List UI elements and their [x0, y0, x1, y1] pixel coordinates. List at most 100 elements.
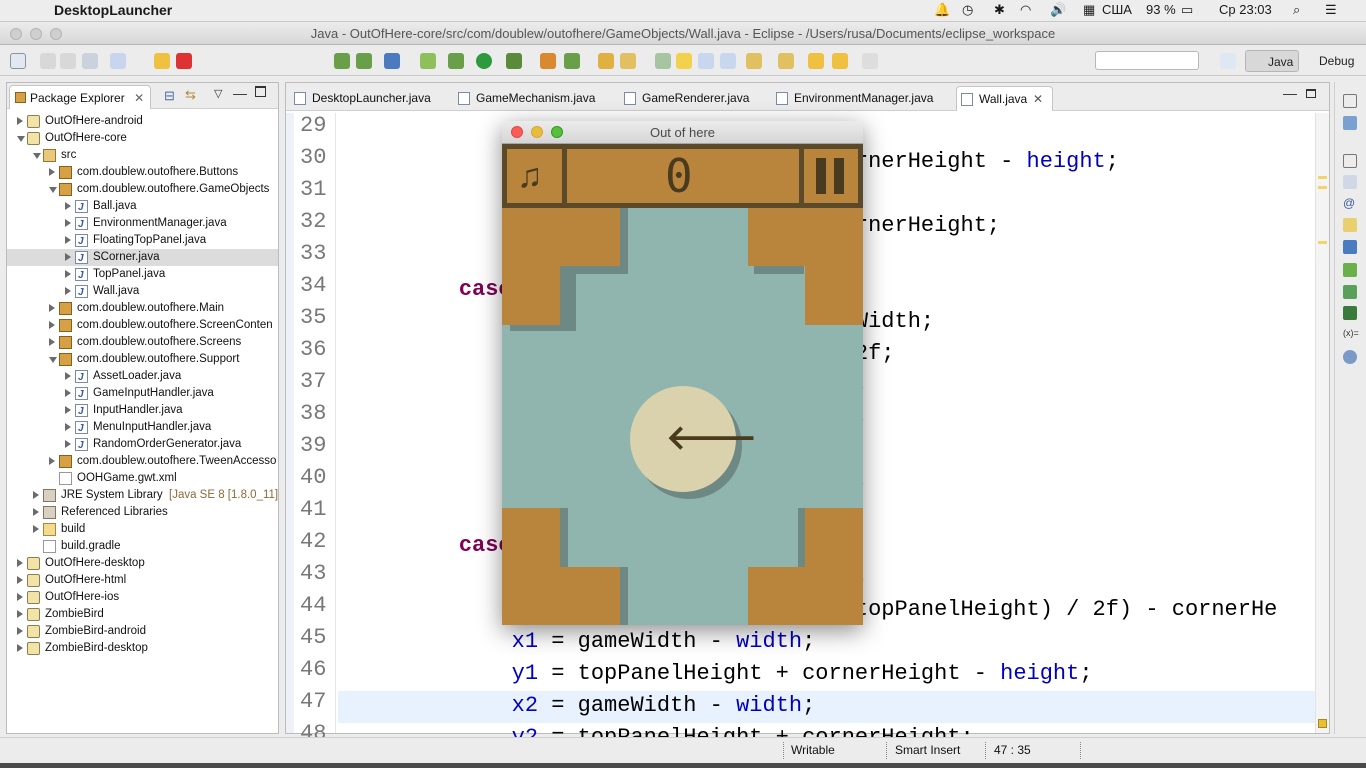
restore-bottom-icon[interactable] — [1343, 154, 1357, 168]
tree-item[interactable]: OOHGame.gwt.xml — [7, 470, 278, 487]
input-source-label[interactable]: США — [1102, 2, 1132, 17]
input-source-flag-icon[interactable]: ▦ — [1083, 2, 1095, 18]
open-perspective-icon[interactable] — [1220, 53, 1236, 69]
collapsed-chevron-icon[interactable] — [33, 508, 39, 516]
console-icon[interactable] — [1343, 240, 1357, 254]
expressions-icon[interactable] — [1343, 350, 1357, 364]
collapsed-chevron-icon[interactable] — [65, 270, 71, 278]
run-icon[interactable] — [476, 53, 492, 69]
tree-item[interactable]: Referenced Libraries — [7, 504, 278, 521]
collapsed-chevron-icon[interactable] — [49, 321, 55, 329]
tree-item[interactable]: Wall.java — [7, 283, 278, 300]
notification-center-icon[interactable]: ☰ — [1325, 2, 1337, 18]
collapsed-chevron-icon[interactable] — [33, 525, 39, 533]
collapsed-chevron-icon[interactable] — [49, 457, 55, 465]
quick-access-search-input[interactable] — [1095, 51, 1199, 70]
restore-view-icon[interactable] — [1343, 94, 1357, 108]
tree-item[interactable]: MenuInputHandler.java — [7, 419, 278, 436]
window-close-button[interactable] — [10, 28, 22, 40]
link-with-editor-icon[interactable]: ⇆ — [185, 87, 196, 103]
close-view-icon[interactable]: ✕ — [134, 91, 144, 105]
collapsed-chevron-icon[interactable] — [17, 593, 23, 601]
collapsed-chevron-icon[interactable] — [65, 253, 71, 261]
collapsed-chevron-icon[interactable] — [17, 117, 23, 125]
suspend-icon[interactable] — [154, 53, 170, 69]
collapsed-chevron-icon[interactable] — [65, 440, 71, 448]
tree-item[interactable]: ZombieBird-android — [7, 623, 278, 640]
breakpoints-icon[interactable] — [1343, 306, 1357, 320]
tree-item[interactable]: com.doublew.outofhere.Main — [7, 300, 278, 317]
skip-breakpoints-icon[interactable] — [110, 53, 126, 69]
tree-item[interactable]: build — [7, 521, 278, 538]
collapsed-chevron-icon[interactable] — [65, 423, 71, 431]
tree-item[interactable]: FloatingTopPanel.java — [7, 232, 278, 249]
game-minimize-button[interactable] — [531, 126, 543, 138]
spotlight-search-icon[interactable]: ⌕ — [1293, 2, 1300, 18]
collapsed-chevron-icon[interactable] — [17, 576, 23, 584]
search-tool-icon[interactable] — [620, 53, 636, 69]
tree-item[interactable]: OutOfHere-desktop — [7, 555, 278, 572]
code-line[interactable]: case — [340, 277, 512, 302]
tree-item[interactable]: JRE System Library [Java SE 8 [1.8.0_11] — [7, 487, 278, 504]
bluetooth-icon[interactable]: ✱ — [994, 2, 1005, 18]
debug-run-icon[interactable] — [448, 53, 464, 69]
collapsed-chevron-icon[interactable] — [17, 559, 23, 567]
collapsed-chevron-icon[interactable] — [65, 287, 71, 295]
music-button[interactable]: ♫ — [507, 149, 562, 203]
tab-wall[interactable]: Wall.java ✕ — [956, 86, 1053, 111]
tree-item[interactable]: com.doublew.outofhere.ScreenConten — [7, 317, 278, 334]
tree-item[interactable]: com.doublew.outofhere.TweenAccesso — [7, 453, 278, 470]
game-close-button[interactable] — [511, 126, 523, 138]
minimize-editor-icon[interactable]: — — [1283, 85, 1297, 101]
warning-marker[interactable] — [1318, 719, 1327, 728]
save-icon[interactable] — [40, 53, 56, 69]
collapsed-chevron-icon[interactable] — [65, 372, 71, 380]
tab-gamerenderer[interactable]: GameRenderer.java — [620, 86, 768, 111]
step-icon[interactable] — [334, 53, 350, 69]
last-edit-location-icon[interactable] — [808, 53, 824, 69]
collapsed-chevron-icon[interactable] — [65, 406, 71, 414]
tree-item[interactable]: com.doublew.outofhere.GameObjects — [7, 181, 278, 198]
collapsed-chevron-icon[interactable] — [65, 219, 71, 227]
tree-item[interactable]: com.doublew.outofhere.Buttons — [7, 164, 278, 181]
block-selection-icon[interactable] — [698, 53, 714, 69]
tree-item[interactable]: OutOfHere-android — [7, 113, 278, 130]
close-tab-icon[interactable]: ✕ — [1033, 87, 1043, 111]
collapsed-chevron-icon[interactable] — [17, 644, 23, 652]
package-explorer-tab[interactable]: Package Explorer ✕ — [9, 85, 152, 109]
tree-item[interactable]: RandomOrderGenerator.java — [7, 436, 278, 453]
next-annotation-icon[interactable] — [746, 53, 762, 69]
wifi-icon[interactable]: ◠ — [1020, 2, 1031, 18]
checkbox-task-icon[interactable] — [384, 53, 400, 69]
show-whitespace-icon[interactable] — [720, 53, 736, 69]
battery-percent[interactable]: 93 % — [1146, 2, 1176, 17]
mark-occurrences-icon[interactable] — [655, 53, 671, 69]
tree-item[interactable]: InputHandler.java — [7, 402, 278, 419]
tree-item[interactable]: build.gradle — [7, 538, 278, 555]
game-canvas[interactable]: ♫ 0 🡐 — [502, 144, 863, 625]
collapsed-chevron-icon[interactable] — [65, 389, 71, 397]
save-all-icon[interactable] — [60, 53, 76, 69]
tree-item[interactable]: OutOfHere-core — [7, 130, 278, 147]
tree-item[interactable]: SCorner.java — [7, 249, 278, 266]
open-type-icon[interactable] — [598, 53, 614, 69]
code-line[interactable]: y1 = topPanelHeight + cornerHeight - hei… — [340, 661, 1093, 686]
expanded-chevron-icon[interactable] — [49, 187, 57, 193]
tree-item[interactable]: OutOfHere-ios — [7, 589, 278, 606]
back-button[interactable]: 🡐 — [630, 386, 757, 492]
tree-item[interactable]: Ball.java — [7, 198, 278, 215]
collapsed-chevron-icon[interactable] — [65, 236, 71, 244]
new-icon[interactable] — [10, 53, 26, 69]
tree-item[interactable]: com.doublew.outofhere.Screens — [7, 334, 278, 351]
pause-button[interactable] — [804, 149, 858, 203]
restore-editor-icon[interactable] — [1306, 89, 1316, 98]
battery-icon[interactable]: ▭ — [1181, 2, 1193, 18]
clock[interactable]: Ср 23:03 — [1219, 2, 1272, 17]
tree-item[interactable]: ZombieBird-desktop — [7, 640, 278, 657]
previous-annotation-icon[interactable] — [778, 53, 794, 69]
code-line[interactable]: x1 = gameWidth - width; — [340, 629, 816, 654]
expanded-chevron-icon[interactable] — [33, 153, 41, 159]
tree-item[interactable]: GameInputHandler.java — [7, 385, 278, 402]
tab-gamemechanism[interactable]: GameMechanism.java — [454, 86, 612, 111]
tree-item[interactable]: AssetLoader.java — [7, 368, 278, 385]
